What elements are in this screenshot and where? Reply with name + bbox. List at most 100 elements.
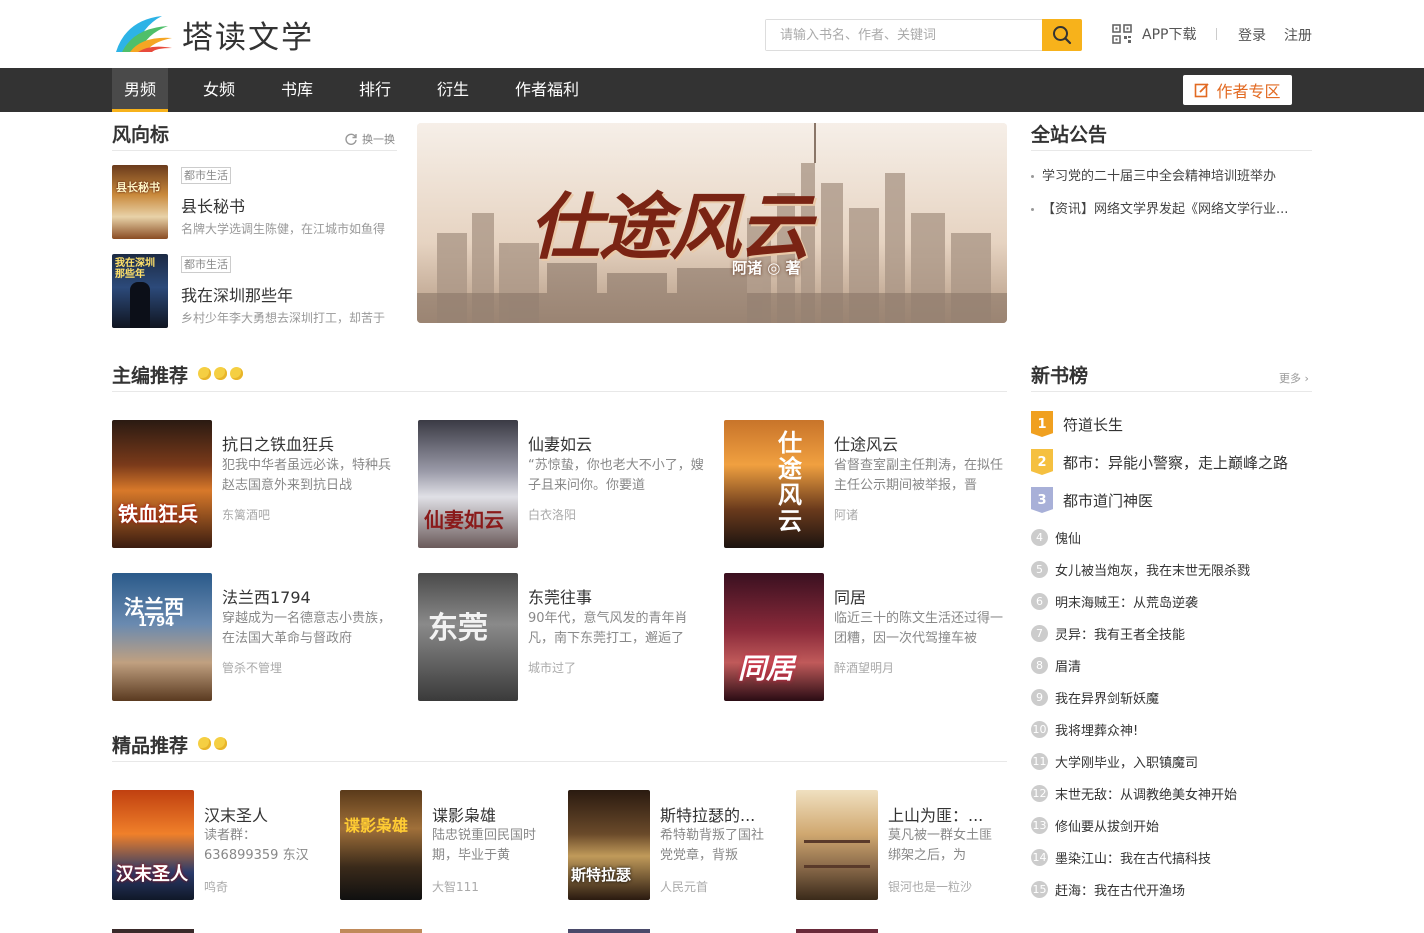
app-download-link[interactable]: APP下载 <box>1112 24 1196 44</box>
book-author[interactable]: 阿诸 <box>834 506 858 523</box>
site-logo[interactable]: 塔读文学 <box>112 12 314 56</box>
book-cover[interactable] <box>796 929 878 933</box>
nav-item-female[interactable]: 女频 <box>191 68 247 112</box>
rank-item[interactable]: 5 女儿被当炮灰，我在末世无限杀戮 <box>1031 560 1250 579</box>
site-header: 塔读文学 APP下载 登录 注册 <box>0 0 1424 68</box>
book-author[interactable]: 白衣洛阳 <box>528 506 576 523</box>
book-author[interactable]: 银河也是一粒沙 <box>888 878 972 895</box>
book-cover[interactable] <box>568 929 650 933</box>
genre-tag: 都市生活 <box>181 167 231 184</box>
book-title[interactable]: 东莞往事 <box>528 584 592 608</box>
rank-number: 3 <box>1037 492 1047 508</box>
header-divider <box>1216 28 1217 40</box>
book-cover[interactable]: 同居 <box>724 573 824 701</box>
quality-pick-item[interactable]: 汉末圣人 汉末圣人 读者群：636899359 东汉 鸣奇 <box>112 790 322 902</box>
book-title[interactable]: 上山为匪：... <box>888 802 996 826</box>
login-link[interactable]: 登录 <box>1238 25 1266 45</box>
rank-item[interactable]: 4 傀仙 <box>1031 528 1081 547</box>
book-title[interactable]: 谍影枭雄 <box>432 802 540 826</box>
notice-item[interactable]: 学习党的二十届三中全会精神培训班举办 <box>1031 165 1311 184</box>
rating-dots <box>198 737 227 750</box>
rank-number: 12 <box>1031 785 1048 802</box>
rank-item[interactable]: 10 我将埋葬众神! <box>1031 720 1138 739</box>
notice-divider <box>1031 150 1312 151</box>
pick-item[interactable]: 同居 同居 临近三十的陈文生活还过得一团糟，因一次代驾撞车被 醉酒望明月 <box>724 573 1014 701</box>
book-cover[interactable]: 仕途风云 <box>724 420 824 548</box>
trend-item[interactable]: 县长秘书 都市生活 县长秘书 名牌大学选调生陈健，在江城市如鱼得 <box>112 165 397 241</box>
pick-item[interactable]: 仙妻如云 仙妻如云 “苏惊蛰，你也老大不小了，嫂子且来问你。你要道 白衣洛阳 <box>418 420 708 548</box>
rank-item[interactable]: 7 灵异：我有王者全技能 <box>1031 624 1185 643</box>
pick-item[interactable]: 铁血狂兵 抗日之铁血狂兵 犯我中华者虽远必诛，特种兵赵志国意外来到抗日战 东篱酒… <box>112 420 402 548</box>
rank-item[interactable]: 14 墨染江山：我在古代搞科技 <box>1031 848 1211 867</box>
book-title[interactable]: 斯特拉瑟的... <box>660 802 768 826</box>
hero-banner[interactable]: 仕途风云 阿诸 ◎ 著 <box>417 123 1007 323</box>
book-cover[interactable] <box>112 929 194 933</box>
book-title[interactable]: 仙妻如云 <box>528 431 592 455</box>
search-icon <box>1053 26 1072 45</box>
book-author[interactable]: 东篱酒吧 <box>222 506 270 523</box>
register-link[interactable]: 注册 <box>1284 25 1312 45</box>
book-cover[interactable]: 仙妻如云 <box>418 420 518 548</box>
rank-item[interactable]: 12 末世无敌：从调教绝美女神开始 <box>1031 784 1237 803</box>
book-title[interactable]: 我在深圳那些年 <box>181 282 293 306</box>
book-author[interactable]: 醉酒望明月 <box>834 659 894 676</box>
book-cover[interactable]: 县长秘书 <box>112 165 168 239</box>
book-author[interactable]: 鸣奇 <box>204 878 228 895</box>
nav-item-ranking[interactable]: 排行 <box>347 68 403 112</box>
pick-item[interactable]: 东莞 东莞往事 90年代，意气风发的青年肖凡，南下东莞打工，邂逅了 城市过了 <box>418 573 708 701</box>
notice-item[interactable]: 【资讯】网络文学界发起《网络文学行业... <box>1031 198 1311 217</box>
trend-item[interactable]: 我在深圳 那些年 都市生活 我在深圳那些年 乡村少年李大勇想去深圳打工，却苦于 <box>112 254 397 330</box>
book-title[interactable]: 抗日之铁血狂兵 <box>222 431 334 455</box>
book-author[interactable]: 城市过了 <box>528 659 576 676</box>
book-title[interactable]: 县长秘书 <box>181 193 245 217</box>
search-button[interactable] <box>1042 19 1082 51</box>
rank-item[interactable]: 15 赶海：我在古代开渔场 <box>1031 880 1185 899</box>
book-cover[interactable]: 我在深圳 那些年 <box>112 254 168 328</box>
book-cover[interactable] <box>796 790 878 900</box>
refresh-button[interactable]: 换一换 <box>344 131 395 147</box>
book-title[interactable]: 汉末圣人 <box>204 802 312 826</box>
nav-item-derivative[interactable]: 衍生 <box>425 68 481 112</box>
rank-title: 明末海贼王：从荒岛逆袭 <box>1055 596 1199 611</box>
quality-pick-item[interactable]: 斯特拉瑟 斯特拉瑟的... 希特勒背叛了国社党党章，背叛 人民元首 <box>568 790 778 902</box>
rank-item[interactable]: 3 都市道门神医 <box>1031 487 1153 513</box>
author-zone-button[interactable]: 作者专区 <box>1183 75 1292 105</box>
rank-item[interactable]: 1 符道长生 <box>1031 411 1123 437</box>
book-cover[interactable]: 法兰西 1794 <box>112 573 212 701</box>
author-zone-label: 作者专区 <box>1216 82 1281 101</box>
rank-item[interactable]: 2 都市：异能小警察，走上巅峰之路 <box>1031 449 1288 475</box>
nav-item-author-welfare[interactable]: 作者福利 <box>503 68 591 112</box>
rank-item[interactable]: 6 明末海贼王：从荒岛逆袭 <box>1031 592 1198 611</box>
pick-item[interactable]: 法兰西 1794 法兰西1794 穿越成为一名德意志小贵族，在法国大革命与督政府… <box>112 573 402 701</box>
book-cover[interactable]: 铁血狂兵 <box>112 420 212 548</box>
book-cover[interactable]: 东莞 <box>418 573 518 701</box>
nav-item-library[interactable]: 书库 <box>269 68 325 112</box>
book-cover[interactable]: 汉末圣人 <box>112 790 194 900</box>
quality-pick-item[interactable]: 谍影枭雄 谍影枭雄 陆忠锐重回民国时期，毕业于黄 大智111 <box>340 790 550 902</box>
more-link[interactable]: 更多 › <box>1279 370 1309 386</box>
book-cover[interactable]: 谍影枭雄 <box>340 790 422 900</box>
pick-item[interactable]: 仕途风云 仕途风云 省督查室副主任荆涛，在拟任主任公示期间被举报，晋 阿诸 <box>724 420 1014 548</box>
notice-title: 全站公告 <box>1031 124 1108 146</box>
book-author[interactable]: 管杀不管埋 <box>222 659 282 676</box>
rank-item[interactable]: 9 我在异界剑斩妖魔 <box>1031 688 1159 707</box>
book-cover[interactable] <box>340 929 422 933</box>
book-title[interactable]: 仕途风云 <box>834 431 898 455</box>
search-input[interactable] <box>766 20 1043 50</box>
book-title[interactable]: 同居 <box>834 584 866 608</box>
nav-item-male[interactable]: 男频 <box>112 68 169 112</box>
book-author[interactable]: 大智111 <box>432 878 479 895</box>
rank-item[interactable]: 13 修仙要从拔剑开始 <box>1031 816 1159 835</box>
book-title[interactable]: 法兰西1794 <box>222 584 311 608</box>
book-cover[interactable]: 斯特拉瑟 <box>568 790 650 900</box>
banner-author: 阿诸 ◎ 著 <box>732 259 801 277</box>
book-desc: 犯我中华者虽远必诛，特种兵赵志国意外来到抗日战 <box>222 458 392 493</box>
rank-number: 11 <box>1031 753 1048 770</box>
book-author[interactable]: 人民元首 <box>660 878 708 895</box>
rank-number: 13 <box>1031 817 1048 834</box>
rank-item[interactable]: 8 眉清 <box>1031 656 1081 675</box>
app-download-label: APP下载 <box>1142 27 1197 43</box>
dot-icon <box>214 367 227 380</box>
quality-pick-item[interactable]: 上山为匪：... 莫凡被一群女土匪绑架之后，为 银河也是一粒沙 <box>796 790 1006 902</box>
rank-item[interactable]: 11 大学刚毕业，入职镇魔司 <box>1031 752 1198 771</box>
